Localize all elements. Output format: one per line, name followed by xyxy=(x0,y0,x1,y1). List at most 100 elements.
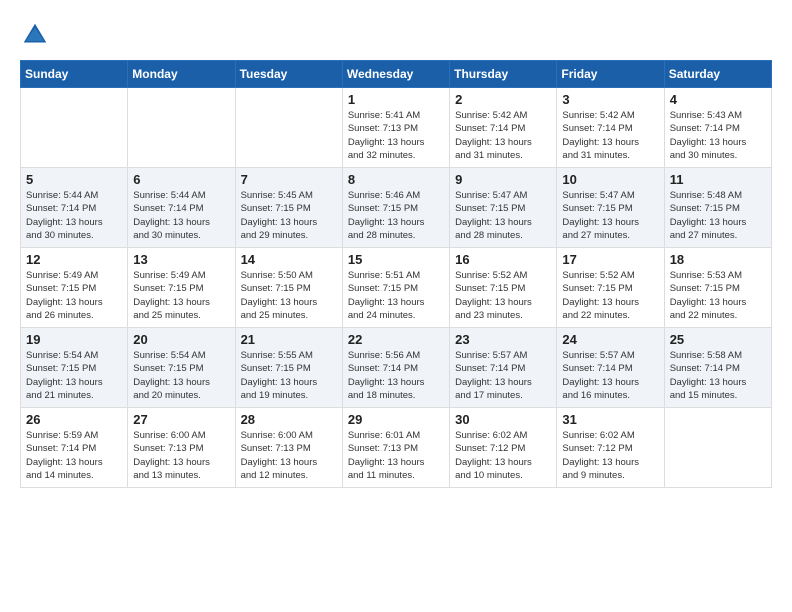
day-info: Sunrise: 5:56 AM Sunset: 7:14 PM Dayligh… xyxy=(348,349,444,402)
day-number: 27 xyxy=(133,412,229,427)
day-cell xyxy=(21,88,128,168)
day-cell xyxy=(235,88,342,168)
day-cell: 3 Sunrise: 5:42 AM Sunset: 7:14 PM Daylig… xyxy=(557,88,664,168)
day-cell: 6 Sunrise: 5:44 AM Sunset: 7:14 PM Daylig… xyxy=(128,168,235,248)
weekday-header-wednesday: Wednesday xyxy=(342,61,449,88)
week-row-2: 5 Sunrise: 5:44 AM Sunset: 7:14 PM Daylig… xyxy=(21,168,772,248)
weekday-header-friday: Friday xyxy=(557,61,664,88)
day-cell: 18 Sunrise: 5:53 AM Sunset: 7:15 PM Dayli… xyxy=(664,248,771,328)
day-cell: 31Sunrise: 6:02 AM Sunset: 7:12 PM Dayli… xyxy=(557,408,664,488)
weekday-header-sunday: Sunday xyxy=(21,61,128,88)
logo xyxy=(20,20,54,50)
day-cell: 8 Sunrise: 5:46 AM Sunset: 7:15 PM Daylig… xyxy=(342,168,449,248)
day-number: 20 xyxy=(133,332,229,347)
day-info: Sunrise: 5:49 AM Sunset: 7:15 PM Dayligh… xyxy=(133,269,229,322)
day-number: 22 xyxy=(348,332,444,347)
day-cell: 19 Sunrise: 5:54 AM Sunset: 7:15 PM Dayli… xyxy=(21,328,128,408)
day-cell: 27 Sunrise: 6:00 AM Sunset: 7:13 PM Dayli… xyxy=(128,408,235,488)
day-number: 8 xyxy=(348,172,444,187)
week-row-4: 19 Sunrise: 5:54 AM Sunset: 7:15 PM Dayli… xyxy=(21,328,772,408)
day-info: Sunrise: 5:52 AM Sunset: 7:15 PM Dayligh… xyxy=(562,269,658,322)
day-info: Sunrise: 5:42 AM Sunset: 7:14 PM Dayligh… xyxy=(562,109,658,162)
day-info: Sunrise: 5:48 AM Sunset: 7:15 PM Dayligh… xyxy=(670,189,766,242)
day-number: 29 xyxy=(348,412,444,427)
day-cell xyxy=(128,88,235,168)
day-cell: 26 Sunrise: 5:59 AM Sunset: 7:14 PM Dayli… xyxy=(21,408,128,488)
day-info: Sunrise: 5:57 AM Sunset: 7:14 PM Dayligh… xyxy=(562,349,658,402)
day-info: Sunrise: 5:44 AM Sunset: 7:14 PM Dayligh… xyxy=(26,189,122,242)
day-number: 28 xyxy=(241,412,337,427)
day-number: 5 xyxy=(26,172,122,187)
day-number: 24 xyxy=(562,332,658,347)
day-number: 23 xyxy=(455,332,551,347)
day-number: 1 xyxy=(348,92,444,107)
day-info: Sunrise: 6:00 AM Sunset: 7:13 PM Dayligh… xyxy=(133,429,229,482)
day-info: Sunrise: 5:50 AM Sunset: 7:15 PM Dayligh… xyxy=(241,269,337,322)
day-info: Sunrise: 5:46 AM Sunset: 7:15 PM Dayligh… xyxy=(348,189,444,242)
day-number: 17 xyxy=(562,252,658,267)
day-cell: 2 Sunrise: 5:42 AM Sunset: 7:14 PM Daylig… xyxy=(450,88,557,168)
day-number: 10 xyxy=(562,172,658,187)
day-cell: 28 Sunrise: 6:00 AM Sunset: 7:13 PM Dayli… xyxy=(235,408,342,488)
day-cell: 20Sunrise: 5:54 AM Sunset: 7:15 PM Dayli… xyxy=(128,328,235,408)
day-number: 4 xyxy=(670,92,766,107)
day-cell: 4 Sunrise: 5:43 AM Sunset: 7:14 PM Daylig… xyxy=(664,88,771,168)
day-number: 21 xyxy=(241,332,337,347)
weekday-header-thursday: Thursday xyxy=(450,61,557,88)
day-number: 6 xyxy=(133,172,229,187)
day-cell: 7Sunrise: 5:45 AM Sunset: 7:15 PM Daylig… xyxy=(235,168,342,248)
day-info: Sunrise: 5:47 AM Sunset: 7:15 PM Dayligh… xyxy=(562,189,658,242)
day-number: 15 xyxy=(348,252,444,267)
week-row-3: 12 Sunrise: 5:49 AM Sunset: 7:15 PM Dayli… xyxy=(21,248,772,328)
day-number: 16 xyxy=(455,252,551,267)
week-row-1: 1 Sunrise: 5:41 AM Sunset: 7:13 PM Daylig… xyxy=(21,88,772,168)
day-cell: 29 Sunrise: 6:01 AM Sunset: 7:13 PM Dayli… xyxy=(342,408,449,488)
day-number: 11 xyxy=(670,172,766,187)
day-cell: 12 Sunrise: 5:49 AM Sunset: 7:15 PM Dayli… xyxy=(21,248,128,328)
day-number: 26 xyxy=(26,412,122,427)
day-number: 13 xyxy=(133,252,229,267)
day-info: Sunrise: 5:41 AM Sunset: 7:13 PM Dayligh… xyxy=(348,109,444,162)
weekday-header-saturday: Saturday xyxy=(664,61,771,88)
day-info: Sunrise: 5:53 AM Sunset: 7:15 PM Dayligh… xyxy=(670,269,766,322)
day-info: Sunrise: 5:49 AM Sunset: 7:15 PM Dayligh… xyxy=(26,269,122,322)
day-cell: 10 Sunrise: 5:47 AM Sunset: 7:15 PM Dayli… xyxy=(557,168,664,248)
day-number: 18 xyxy=(670,252,766,267)
calendar: SundayMondayTuesdayWednesdayThursdayFrid… xyxy=(20,60,772,488)
day-number: 7 xyxy=(241,172,337,187)
day-info: Sunrise: 6:02 AM Sunset: 7:12 PM Dayligh… xyxy=(455,429,551,482)
day-number: 2 xyxy=(455,92,551,107)
day-info: Sunrise: 5:52 AM Sunset: 7:15 PM Dayligh… xyxy=(455,269,551,322)
day-cell: 17 Sunrise: 5:52 AM Sunset: 7:15 PM Dayli… xyxy=(557,248,664,328)
weekday-header-row: SundayMondayTuesdayWednesdayThursdayFrid… xyxy=(21,61,772,88)
day-number: 12 xyxy=(26,252,122,267)
day-number: 3 xyxy=(562,92,658,107)
weekday-header-monday: Monday xyxy=(128,61,235,88)
day-cell: 13 Sunrise: 5:49 AM Sunset: 7:15 PM Dayli… xyxy=(128,248,235,328)
logo-icon xyxy=(20,20,50,50)
day-info: Sunrise: 5:57 AM Sunset: 7:14 PM Dayligh… xyxy=(455,349,551,402)
page-header xyxy=(20,20,772,50)
day-cell: 14 Sunrise: 5:50 AM Sunset: 7:15 PM Dayli… xyxy=(235,248,342,328)
day-number: 14 xyxy=(241,252,337,267)
day-info: Sunrise: 5:54 AM Sunset: 7:15 PM Dayligh… xyxy=(26,349,122,402)
day-info: Sunrise: 6:00 AM Sunset: 7:13 PM Dayligh… xyxy=(241,429,337,482)
day-cell: 1 Sunrise: 5:41 AM Sunset: 7:13 PM Daylig… xyxy=(342,88,449,168)
day-cell: 9Sunrise: 5:47 AM Sunset: 7:15 PM Daylig… xyxy=(450,168,557,248)
day-info: Sunrise: 5:58 AM Sunset: 7:14 PM Dayligh… xyxy=(670,349,766,402)
day-cell: 11 Sunrise: 5:48 AM Sunset: 7:15 PM Dayli… xyxy=(664,168,771,248)
day-cell: 21 Sunrise: 5:55 AM Sunset: 7:15 PM Dayli… xyxy=(235,328,342,408)
day-info: Sunrise: 5:44 AM Sunset: 7:14 PM Dayligh… xyxy=(133,189,229,242)
day-number: 30 xyxy=(455,412,551,427)
day-info: Sunrise: 5:43 AM Sunset: 7:14 PM Dayligh… xyxy=(670,109,766,162)
day-info: Sunrise: 5:55 AM Sunset: 7:15 PM Dayligh… xyxy=(241,349,337,402)
day-info: Sunrise: 5:42 AM Sunset: 7:14 PM Dayligh… xyxy=(455,109,551,162)
day-info: Sunrise: 5:59 AM Sunset: 7:14 PM Dayligh… xyxy=(26,429,122,482)
day-cell: 5 Sunrise: 5:44 AM Sunset: 7:14 PM Daylig… xyxy=(21,168,128,248)
day-cell: 23 Sunrise: 5:57 AM Sunset: 7:14 PM Dayli… xyxy=(450,328,557,408)
day-info: Sunrise: 6:01 AM Sunset: 7:13 PM Dayligh… xyxy=(348,429,444,482)
day-number: 19 xyxy=(26,332,122,347)
day-number: 25 xyxy=(670,332,766,347)
day-info: Sunrise: 5:47 AM Sunset: 7:15 PM Dayligh… xyxy=(455,189,551,242)
day-info: Sunrise: 5:51 AM Sunset: 7:15 PM Dayligh… xyxy=(348,269,444,322)
